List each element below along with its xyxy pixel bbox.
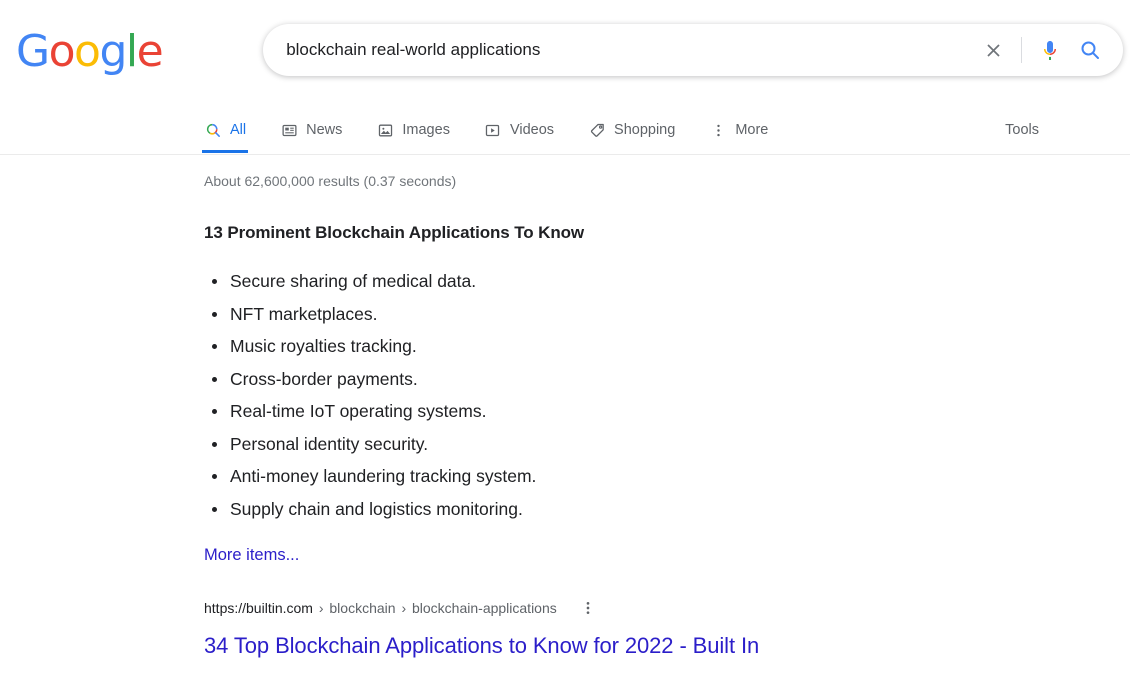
featured-snippet: 13 Prominent Blockchain Applications To … (204, 191, 904, 660)
news-icon (280, 121, 298, 139)
voice-search-button[interactable] (1030, 28, 1070, 72)
tab-label-images: Images (402, 122, 450, 138)
logo-letter-l: l (125, 26, 138, 77)
list-item: NFT marketplaces. (204, 298, 904, 331)
list-item: Music royalties tracking. (204, 330, 904, 363)
snippet-source: https://builtin.com › blockchain › block… (204, 598, 904, 618)
image-icon (376, 121, 394, 139)
tab-label-news: News (306, 122, 343, 138)
list-item: Supply chain and logistics monitoring. (204, 493, 904, 526)
search-box[interactable] (263, 24, 1124, 76)
page-header: Google blockchain real-world application… (0, 0, 1130, 155)
tab-news[interactable]: News (280, 108, 342, 152)
logo-letter-o2: o (74, 26, 101, 77)
logo-letter-e: e (136, 26, 164, 77)
search-results-main: About 62,600,000 results (0.37 seconds) … (0, 155, 1130, 660)
video-icon (484, 121, 502, 139)
tab-shopping[interactable]: Shopping (588, 108, 675, 152)
breadcrumb-host: https://builtin.com (204, 600, 313, 616)
search-nav-inner: All News Images Videos Shopping More Too… (0, 108, 1130, 154)
result-options-button[interactable] (577, 597, 599, 619)
close-icon (987, 43, 1000, 57)
list-item: Cross-border payments. (204, 363, 904, 396)
search-box-wrapper (263, 24, 1124, 76)
tag-icon (588, 121, 606, 139)
clear-search-button[interactable] (973, 28, 1013, 72)
breadcrumb-separator: › (401, 600, 407, 616)
tools-button[interactable]: Tools (1005, 108, 1039, 152)
list-item: Real-time IoT operating systems. (204, 395, 904, 428)
search-icon (1081, 41, 1100, 59)
search-submit-button[interactable] (1070, 28, 1110, 72)
tab-label-videos: Videos (509, 122, 555, 138)
logo-letter-o1: o (48, 26, 76, 77)
tab-videos[interactable]: Videos (484, 108, 554, 152)
snippet-list: Secure sharing of medical data. NFT mark… (204, 265, 904, 525)
header-row: Google (0, 0, 1130, 76)
microphone-icon (1044, 41, 1057, 60)
list-item: Personal identity security. (204, 428, 904, 461)
more-vert-icon (709, 121, 727, 139)
search-input[interactable] (264, 25, 974, 75)
search-divider (1021, 37, 1023, 63)
tab-label-more: More (735, 122, 769, 138)
more-vert-icon (586, 602, 590, 614)
result-title-link[interactable]: 34 Top Blockchain Applications to Know f… (204, 632, 904, 660)
tab-all[interactable]: All (201, 108, 249, 153)
snippet-title: 13 Prominent Blockchain Applications To … (204, 223, 585, 242)
breadcrumb-crumb-1: blockchain (329, 600, 396, 616)
tab-more[interactable]: More (709, 108, 768, 152)
breadcrumb-separator: › (318, 600, 324, 616)
logo-letter-g2: g (99, 26, 127, 77)
list-item: Anti-money laundering tracking system. (204, 460, 904, 493)
search-nav: All News Images Videos Shopping More Too… (0, 108, 1130, 155)
tab-label-all: All (230, 122, 247, 138)
tab-label-shopping: Shopping (614, 122, 676, 138)
breadcrumb-crumb-2: blockchain-applications (412, 600, 557, 616)
breadcrumb[interactable]: https://builtin.com › blockchain › block… (204, 598, 557, 618)
result-stats: About 62,600,000 results (0.37 seconds) (204, 173, 457, 189)
logo-letter-g1: G (16, 26, 50, 77)
tab-images[interactable]: Images (376, 108, 450, 152)
list-item: Secure sharing of medical data. (204, 265, 904, 298)
search-icon (204, 121, 222, 139)
google-logo[interactable]: Google (16, 22, 164, 77)
tools-label: Tools (1005, 122, 1039, 138)
more-items-link[interactable]: More items... (204, 544, 299, 566)
